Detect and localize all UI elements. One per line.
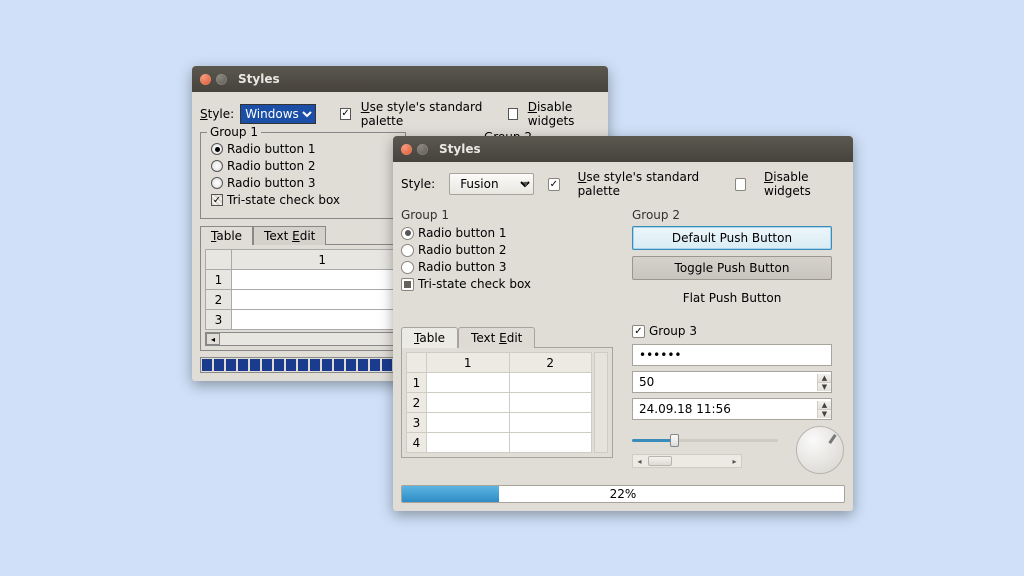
- styles-window-fusion: Styles Style: Fusion Use style's standar…: [393, 136, 853, 511]
- horizontal-slider[interactable]: [632, 432, 778, 448]
- horizontal-scrollbar[interactable]: ◂▸: [632, 454, 742, 468]
- titlebar[interactable]: Styles: [192, 66, 608, 92]
- group3-checkbox[interactable]: [632, 325, 645, 338]
- group1-title: Group 1: [401, 208, 614, 222]
- titlebar[interactable]: Styles: [393, 136, 853, 162]
- tab-table[interactable]: Table: [401, 327, 458, 348]
- radio-button-2[interactable]: Radio button 2: [401, 243, 614, 257]
- datetime-field[interactable]: 24.09.18 11:56 ▲▼: [632, 398, 832, 420]
- radio-button-1[interactable]: Radio button 1: [401, 226, 614, 240]
- password-field[interactable]: ••••••: [632, 344, 832, 366]
- disable-widgets-checkbox[interactable]: [735, 178, 746, 191]
- style-combobox[interactable]: Fusion: [449, 173, 534, 195]
- table-grid[interactable]: 12 1 2 3 4: [406, 352, 592, 453]
- dial[interactable]: [796, 426, 844, 474]
- tab-text-edit[interactable]: Text Edit: [253, 226, 326, 245]
- spin-down-icon: ▼: [818, 410, 831, 418]
- spin-up-icon: ▲: [818, 401, 831, 410]
- spin-up-icon: ▲: [818, 374, 831, 383]
- flat-push-button[interactable]: Flat Push Button: [632, 286, 832, 310]
- toggle-push-button[interactable]: Toggle Push Button: [632, 256, 832, 280]
- vertical-scrollbar[interactable]: [594, 352, 608, 453]
- style-label: Style:: [200, 107, 234, 121]
- style-combobox[interactable]: Windows: [240, 104, 316, 124]
- window-title: Styles: [238, 72, 280, 86]
- use-palette-checkbox[interactable]: [548, 178, 559, 191]
- spinbox[interactable]: 50 ▲▼: [632, 371, 832, 393]
- disable-widgets-label: Disable widgets: [764, 170, 845, 198]
- radio-button-1[interactable]: Radio button 1: [211, 142, 395, 156]
- radio-button-3[interactable]: Radio button 3: [401, 260, 614, 274]
- radio-button-2[interactable]: Radio button 2: [211, 159, 395, 173]
- scroll-left-icon: ◂: [206, 333, 220, 345]
- scroll-right-icon: ▸: [728, 457, 741, 466]
- tab-table[interactable]: Table: [200, 226, 253, 245]
- disable-widgets-checkbox[interactable]: [508, 108, 518, 120]
- tristate-checkbox[interactable]: Tri-state check box: [401, 277, 614, 291]
- progress-bar: 22%: [401, 485, 845, 503]
- tab-text-edit[interactable]: Text Edit: [458, 327, 535, 348]
- use-palette-checkbox[interactable]: [340, 108, 350, 120]
- radio-button-3[interactable]: Radio button 3: [211, 176, 395, 190]
- close-icon[interactable]: [401, 144, 412, 155]
- window-title: Styles: [439, 142, 481, 156]
- default-push-button[interactable]: Default Push Button: [632, 226, 832, 250]
- group3-title: Group 3: [649, 324, 697, 338]
- group1-title: Group 1: [207, 125, 261, 139]
- close-icon[interactable]: [200, 74, 211, 85]
- disable-widgets-label: Disable widgets: [528, 100, 600, 128]
- minimize-icon[interactable]: [216, 74, 227, 85]
- tristate-checkbox[interactable]: Tri-state check box: [211, 193, 395, 207]
- minimize-icon[interactable]: [417, 144, 428, 155]
- spin-down-icon: ▼: [818, 383, 831, 391]
- style-label: Style:: [401, 177, 435, 191]
- group2-title: Group 2: [632, 208, 845, 222]
- use-palette-label: Use style's standard palette: [361, 100, 489, 128]
- group3-box: Group 3 •••••• 50 ▲▼ 24.09.18 11:56 ▲▼: [631, 320, 845, 475]
- use-palette-label: Use style's standard palette: [578, 170, 721, 198]
- group1-box: Group 1 Radio button 1 Radio button 2 Ra…: [200, 132, 406, 219]
- group2-box: Group 2 Default Push Button Toggle Push …: [632, 202, 845, 316]
- scroll-left-icon: ◂: [633, 457, 646, 466]
- group1-box: Group 1 Radio button 1 Radio button 2 Ra…: [401, 202, 614, 316]
